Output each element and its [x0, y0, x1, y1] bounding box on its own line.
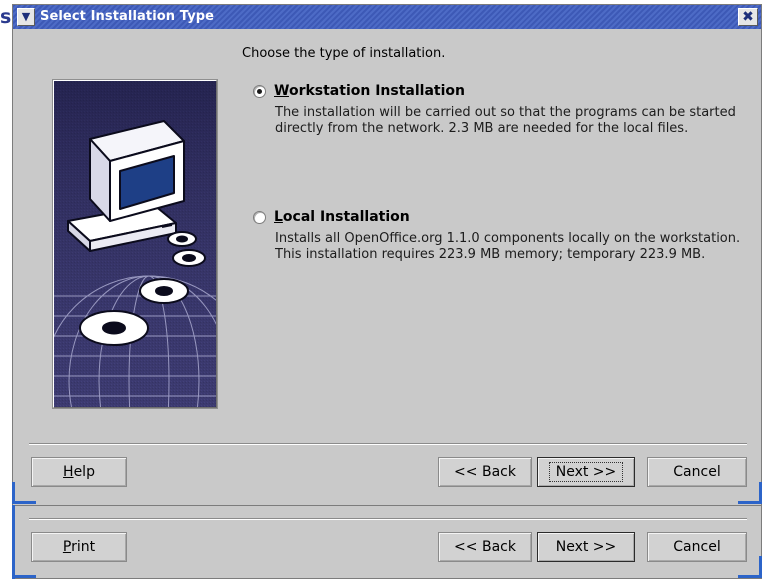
title-bar[interactable]: ▼ Select Installation Type ✖ — [13, 5, 761, 29]
next-label-2: Next >> — [555, 539, 617, 555]
secondary-dialog: Print << Back Next >> Cancel — [12, 505, 762, 579]
mnemonic-w: W — [274, 83, 289, 99]
option-label-rest: orkstation Installation — [288, 83, 465, 99]
focus-edge-left-2 — [12, 505, 15, 579]
help-label: elp — [73, 464, 95, 480]
option-description-local: Installs all OpenOffice.org 1.1.0 compon… — [275, 231, 741, 262]
radio-selected-dot — [257, 89, 262, 94]
next-label: Next >> — [548, 462, 624, 482]
dialog-content: Choose the type of installation. Worksta… — [13, 29, 761, 505]
window-close-button[interactable]: ✖ — [738, 8, 758, 26]
installation-type-dialog: ▼ Select Installation Type ✖ Choose the … — [12, 4, 762, 506]
print-label: rint — [71, 539, 96, 555]
next-button-2[interactable]: Next >> — [537, 532, 635, 562]
mnemonic-h: H — [63, 464, 74, 480]
option-label-workstation[interactable]: Workstation Installation — [274, 83, 465, 99]
option-label-local[interactable]: Local Installation — [274, 209, 410, 225]
radio-workstation[interactable] — [253, 85, 266, 98]
option-label-rest: ocal Installation — [282, 209, 410, 225]
screen: s ▼ Select Installation Type ✖ Choose th… — [0, 0, 762, 579]
back-button[interactable]: << Back — [438, 457, 532, 487]
cancel-button-2[interactable]: Cancel — [647, 532, 747, 562]
option-description-workstation: The installation will be carried out so … — [275, 105, 736, 136]
computer-with-discs-illustration — [52, 79, 218, 409]
window-menu-button[interactable]: ▼ — [17, 8, 35, 26]
print-button[interactable]: Print — [31, 532, 127, 562]
button-separator-2 — [29, 518, 747, 520]
instruction-text: Choose the type of installation. — [242, 46, 446, 61]
radio-local[interactable] — [253, 211, 266, 224]
button-separator — [29, 443, 747, 445]
focus-corner-right-bottom — [738, 501, 762, 504]
focus-corner-left-bottom-2 — [12, 575, 36, 578]
cancel-button[interactable]: Cancel — [647, 457, 747, 487]
mnemonic-p: P — [62, 539, 72, 555]
window-title: Select Installation Type — [40, 9, 215, 24]
background-partial-text: s — [0, 6, 12, 28]
back-button-2[interactable]: << Back — [438, 532, 532, 562]
mnemonic-l: L — [274, 209, 283, 225]
next-button[interactable]: Next >> — [537, 457, 635, 487]
close-icon: ✖ — [742, 9, 754, 25]
help-button[interactable]: Help — [31, 457, 127, 487]
focus-corner-left-bottom — [12, 501, 36, 504]
chevron-down-icon: ▼ — [21, 10, 31, 23]
